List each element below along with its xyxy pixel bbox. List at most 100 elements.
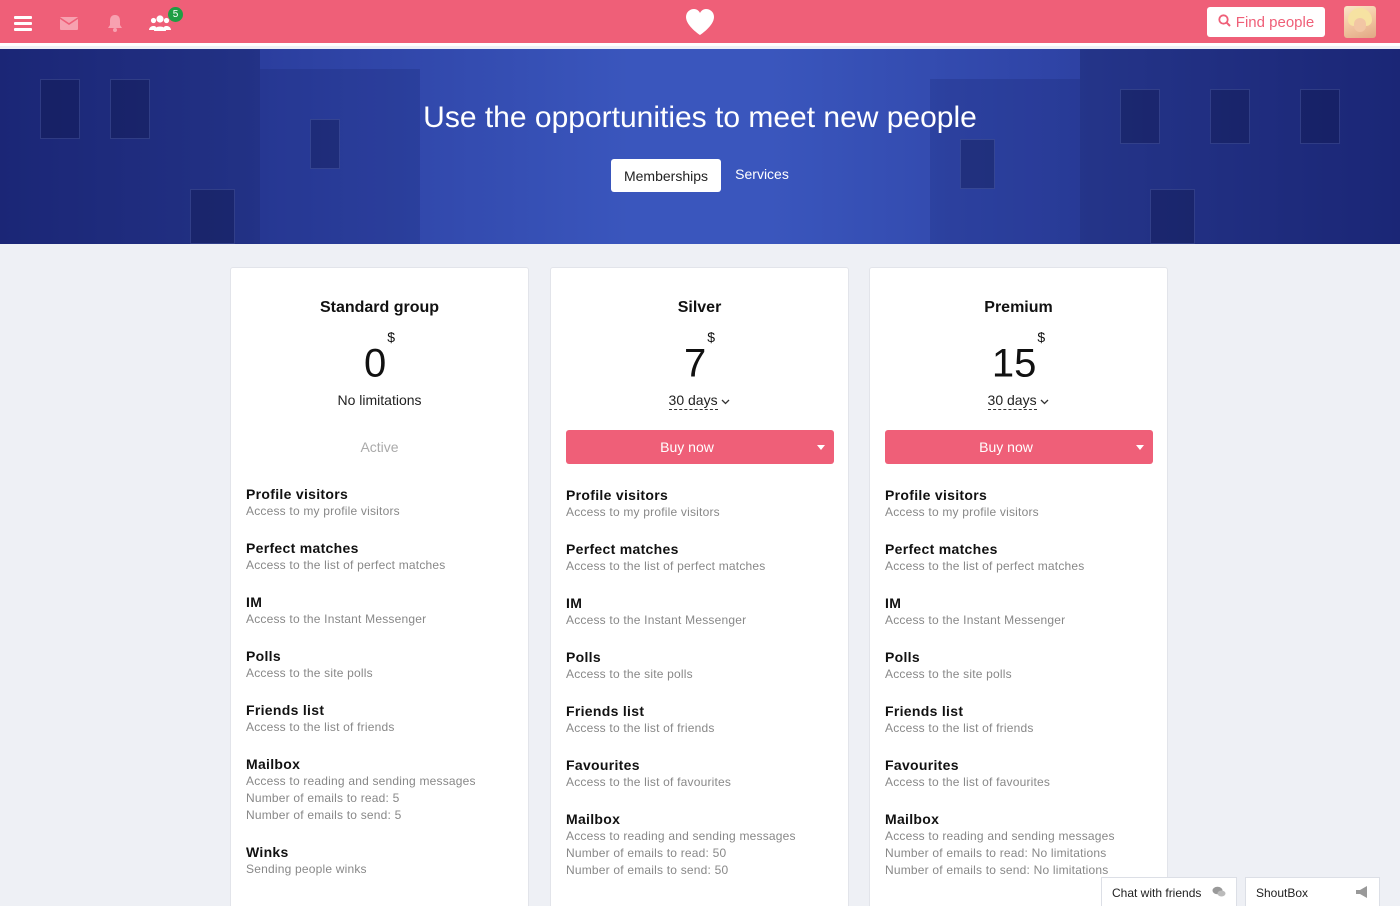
feature-item: IM Access to the Instant Messenger (246, 594, 516, 628)
feature-description: Access to the list of perfect matches (885, 559, 1085, 573)
feature-list: Profile visitors Access to my profile vis… (246, 486, 516, 898)
find-people-label: Find people (1235, 13, 1315, 31)
feature-item: Perfect matches Access to the list of per… (885, 541, 1155, 575)
feature-description: Access to reading and sending messages (885, 829, 1115, 843)
chat-with-friends-bar[interactable]: Chat with friends (1101, 877, 1237, 906)
feature-item: IM Access to the Instant Messenger (885, 595, 1155, 629)
feature-description: Access to the list of friends (246, 720, 395, 734)
price-value: 15 (991, 341, 1037, 386)
feature-description: Access to my profile visitors (566, 505, 720, 519)
period-select[interactable]: 30 days (551, 392, 848, 410)
period-label: 30 days (987, 392, 1037, 410)
plan-status: Active (360, 439, 399, 455)
bell-icon[interactable] (104, 12, 126, 34)
feature-description: Number of emails to send: 5 (246, 808, 402, 822)
plan-card-silver: Silver 7$ 30 days Buy now Profile visito… (550, 267, 849, 906)
feature-description: Number of emails to send: 50 (566, 863, 729, 877)
feature-item: Mailbox Access to reading and sending mes… (566, 811, 836, 879)
caret-down-icon[interactable] (808, 430, 834, 464)
price-value: 7 (683, 341, 707, 386)
feature-title: Perfect matches (885, 541, 998, 557)
feature-title: IM (885, 595, 902, 611)
feature-item: Friends list Access to the list of friend… (885, 703, 1155, 737)
user-avatar[interactable] (1344, 6, 1376, 38)
hamburger-menu-icon[interactable] (12, 12, 34, 34)
period-select[interactable]: 30 days (870, 392, 1167, 410)
feature-item: Friends list Access to the list of friend… (246, 702, 516, 736)
heart-icon[interactable] (684, 7, 716, 37)
feature-title: Winks (246, 844, 289, 860)
feature-title: Mailbox (885, 811, 940, 827)
feature-description: Access to the list of friends (885, 721, 1034, 735)
feature-description: Access to the site polls (566, 667, 693, 681)
top-navigation-bar: 5 Find people (0, 0, 1400, 46)
feature-title: Friends list (566, 703, 645, 719)
price-value: 0 (363, 341, 387, 386)
tab-services[interactable]: Services (726, 157, 798, 190)
buy-now-button[interactable]: Buy now (566, 430, 834, 464)
feature-title: Favourites (885, 757, 959, 773)
feature-description: Access to the list of favourites (566, 775, 732, 789)
feature-description: Number of emails to read: 50 (566, 846, 727, 860)
feature-description: Access to the site polls (246, 666, 373, 680)
feature-title: Mailbox (246, 756, 301, 772)
feature-item: Profile visitors Access to my profile vis… (246, 486, 516, 520)
feature-description: Sending people winks (246, 862, 367, 876)
tab-memberships[interactable]: Memberships (611, 159, 721, 192)
feature-title: Profile visitors (566, 487, 669, 503)
feature-description: Access to my profile visitors (246, 504, 400, 518)
plan-card-standard: Standard group 0$ No limitations Active … (230, 267, 529, 906)
feature-description: Number of emails to read: 5 (246, 791, 400, 805)
feature-description: Access to the Instant Messenger (246, 612, 427, 626)
feature-item: Polls Access to the site polls (885, 649, 1155, 683)
feature-item: Perfect matches Access to the list of per… (566, 541, 836, 575)
hero-banner: Use the opportunities to meet new people… (0, 49, 1400, 244)
feature-description: Access to reading and sending messages (566, 829, 796, 843)
feature-item: Favourites Access to the list of favourit… (566, 757, 836, 791)
plan-name: Premium (984, 299, 1053, 316)
currency-symbol: $ (1037, 329, 1046, 345)
feature-description: Access to reading and sending messages (246, 774, 476, 788)
feature-description: Number of emails to read: No limitations (885, 846, 1107, 860)
chevron-down-icon (1040, 392, 1049, 408)
hero-title: Use the opportunities to meet new people (423, 101, 977, 134)
chat-bubbles-icon (1212, 886, 1226, 901)
feature-item: Winks Sending people winks (246, 844, 516, 878)
feature-title: Friends list (246, 702, 325, 718)
feature-title: Perfect matches (566, 541, 679, 557)
feature-title: Polls (885, 649, 920, 665)
find-people-button[interactable]: Find people (1207, 7, 1325, 37)
plan-card-premium: Premium 15$ 30 days Buy now Profile visi… (869, 267, 1168, 906)
currency-symbol: $ (707, 329, 716, 345)
feature-title: Favourites (566, 757, 640, 773)
feature-item: Profile visitors Access to my profile vis… (885, 487, 1155, 521)
plan-price: 15$ (870, 329, 1167, 386)
feature-title: Polls (566, 649, 601, 665)
feature-title: IM (246, 594, 263, 610)
feature-item: Polls Access to the site polls (246, 648, 516, 682)
feature-description: Access to the list of perfect matches (246, 558, 446, 572)
friends-count-badge: 5 (168, 7, 183, 22)
plan-price: 0$ (231, 329, 528, 386)
feature-item: IM Access to the Instant Messenger (566, 595, 836, 629)
envelope-icon[interactable] (58, 12, 80, 34)
feature-title: Friends list (885, 703, 964, 719)
shoutbox-label: ShoutBox (1256, 885, 1309, 900)
plan-name: Silver (677, 299, 722, 316)
buy-now-label: Buy now (660, 439, 714, 455)
feature-title: IM (566, 595, 583, 611)
feature-title: Polls (246, 648, 281, 664)
search-icon (1218, 13, 1231, 31)
feature-item: Favourites Access to the list of favourit… (885, 757, 1155, 791)
feature-item: Friends list Access to the list of friend… (566, 703, 836, 737)
feature-description: Access to the list of favourites (885, 775, 1051, 789)
chat-with-friends-label: Chat with friends (1112, 885, 1202, 900)
buy-now-button[interactable]: Buy now (885, 430, 1153, 464)
feature-description: Access to the Instant Messenger (885, 613, 1066, 627)
feature-description: Access to my profile visitors (885, 505, 1039, 519)
shoutbox-bar[interactable]: ShoutBox (1245, 877, 1380, 906)
currency-symbol: $ (387, 329, 396, 345)
caret-down-icon[interactable] (1127, 430, 1153, 464)
feature-item: Mailbox Access to reading and sending mes… (246, 756, 516, 824)
buy-now-label: Buy now (979, 439, 1033, 455)
